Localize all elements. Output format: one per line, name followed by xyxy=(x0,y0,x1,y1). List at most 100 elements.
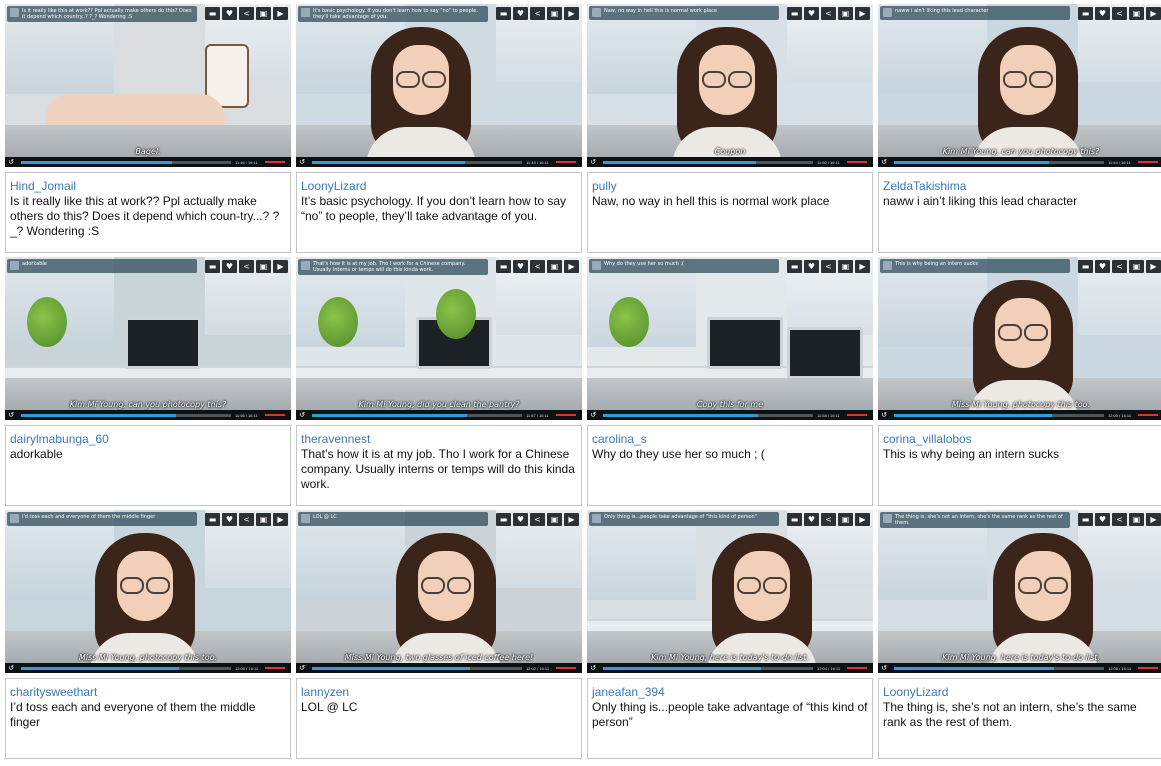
username-link[interactable]: carolina_s xyxy=(592,432,868,446)
volume-slider[interactable] xyxy=(847,161,867,163)
volume-slider[interactable] xyxy=(1138,161,1158,163)
video-frame[interactable]: adorkable ▬ ♥ < ▣ ▶ Kim Mi Young, can you phot… xyxy=(5,257,291,420)
replay-icon[interactable]: ↺ xyxy=(587,664,599,672)
comment-card[interactable]: The thing is, she's not an intern, she's… xyxy=(878,510,1161,759)
heart-icon[interactable]: ♥ xyxy=(222,513,237,526)
speech-bubble-icon[interactable]: ▬ xyxy=(205,260,220,273)
speech-bubble-icon[interactable]: ▬ xyxy=(205,7,220,20)
heart-icon[interactable]: ♥ xyxy=(513,513,528,526)
share-icon[interactable]: < xyxy=(821,260,836,273)
seek-bar[interactable] xyxy=(894,160,1104,164)
seek-bar[interactable] xyxy=(21,413,231,417)
replay-icon[interactable]: ↺ xyxy=(5,158,17,166)
username-link[interactable]: ZeldaTakishima xyxy=(883,179,1159,193)
speech-bubble-icon[interactable]: ▬ xyxy=(787,513,802,526)
translate-icon[interactable]: ▣ xyxy=(547,513,562,526)
share-icon[interactable]: < xyxy=(821,7,836,20)
comment-card[interactable]: Is it really like this at work?? Ppl act… xyxy=(5,4,291,253)
heart-icon[interactable]: ♥ xyxy=(804,260,819,273)
video-frame[interactable]: Why do they use her so much ;(▬ ♥ < ▣ ▶ Copy … xyxy=(587,257,873,420)
next-icon[interactable]: ▶ xyxy=(855,513,870,526)
video-frame[interactable]: Naw, no way in hell this is normal work … xyxy=(587,4,873,167)
volume-slider[interactable] xyxy=(1138,414,1158,416)
share-icon[interactable]: < xyxy=(239,260,254,273)
translate-icon[interactable]: ▣ xyxy=(1129,260,1144,273)
username-link[interactable]: lannyzen xyxy=(301,685,577,699)
heart-icon[interactable]: ♥ xyxy=(513,7,528,20)
replay-icon[interactable]: ↺ xyxy=(5,664,17,672)
video-frame[interactable]: naww i ain't liking this lead character ▬… xyxy=(878,4,1161,167)
speech-bubble-icon[interactable]: ▬ xyxy=(496,260,511,273)
translate-icon[interactable]: ▣ xyxy=(838,260,853,273)
heart-icon[interactable]: ♥ xyxy=(1095,7,1110,20)
share-icon[interactable]: < xyxy=(239,513,254,526)
speech-bubble-icon[interactable]: ▬ xyxy=(496,7,511,20)
comment-card[interactable]: naww i ain't liking this lead character ▬… xyxy=(878,4,1161,253)
heart-icon[interactable]: ♥ xyxy=(1095,513,1110,526)
username-link[interactable]: LoonyLizard xyxy=(301,179,577,193)
volume-slider[interactable] xyxy=(265,414,285,416)
next-icon[interactable]: ▶ xyxy=(273,260,288,273)
next-icon[interactable]: ▶ xyxy=(1146,260,1161,273)
volume-slider[interactable] xyxy=(265,161,285,163)
speech-bubble-icon[interactable]: ▬ xyxy=(205,513,220,526)
next-icon[interactable]: ▶ xyxy=(564,513,579,526)
video-frame[interactable]: That's how it is at my job. Tho I work f… xyxy=(296,257,582,420)
video-frame[interactable]: This is why being an intern sucks ▬ ♥ < ▣ ▶ Mi… xyxy=(878,257,1161,420)
username-link[interactable]: pully xyxy=(592,179,868,193)
username-link[interactable]: charitysweethart xyxy=(10,685,286,699)
next-icon[interactable]: ▶ xyxy=(564,260,579,273)
replay-icon[interactable]: ↺ xyxy=(878,411,890,419)
translate-icon[interactable]: ▣ xyxy=(256,513,271,526)
translate-icon[interactable]: ▣ xyxy=(547,260,562,273)
comment-card[interactable]: This is why being an intern sucks ▬ ♥ < ▣ ▶ Mi… xyxy=(878,257,1161,506)
speech-bubble-icon[interactable]: ▬ xyxy=(1078,7,1093,20)
volume-slider[interactable] xyxy=(556,414,576,416)
speech-bubble-icon[interactable]: ▬ xyxy=(787,7,802,20)
seek-bar[interactable] xyxy=(312,666,522,670)
share-icon[interactable]: < xyxy=(1112,7,1127,20)
translate-icon[interactable]: ▣ xyxy=(256,7,271,20)
speech-bubble-icon[interactable]: ▬ xyxy=(787,260,802,273)
translate-icon[interactable]: ▣ xyxy=(256,260,271,273)
comment-card[interactable]: That's how it is at my job. Tho I work f… xyxy=(296,257,582,506)
video-frame[interactable]: Only thing is...people take advantage of… xyxy=(587,510,873,673)
username-link[interactable]: janeafan_394 xyxy=(592,685,868,699)
next-icon[interactable]: ▶ xyxy=(1146,7,1161,20)
volume-slider[interactable] xyxy=(847,667,867,669)
seek-bar[interactable] xyxy=(312,160,522,164)
heart-icon[interactable]: ♥ xyxy=(222,260,237,273)
seek-bar[interactable] xyxy=(21,160,231,164)
username-link[interactable]: LoonyLizard xyxy=(883,685,1159,699)
replay-icon[interactable]: ↺ xyxy=(296,411,308,419)
speech-bubble-icon[interactable]: ▬ xyxy=(496,513,511,526)
heart-icon[interactable]: ♥ xyxy=(804,7,819,20)
next-icon[interactable]: ▶ xyxy=(855,260,870,273)
share-icon[interactable]: < xyxy=(1112,260,1127,273)
seek-bar[interactable] xyxy=(312,413,522,417)
username-link[interactable]: dairylmabunga_60 xyxy=(10,432,286,446)
comment-card[interactable]: Only thing is...people take advantage of… xyxy=(587,510,873,759)
next-icon[interactable]: ▶ xyxy=(564,7,579,20)
replay-icon[interactable]: ↺ xyxy=(878,664,890,672)
seek-bar[interactable] xyxy=(21,666,231,670)
replay-icon[interactable]: ↺ xyxy=(587,158,599,166)
heart-icon[interactable]: ♥ xyxy=(222,7,237,20)
next-icon[interactable]: ▶ xyxy=(855,7,870,20)
video-frame[interactable]: LOL @ LC ▬ ♥ < ▣ ▶ Miss Mi Young, two glasses … xyxy=(296,510,582,673)
translate-icon[interactable]: ▣ xyxy=(547,7,562,20)
share-icon[interactable]: < xyxy=(239,7,254,20)
share-icon[interactable]: < xyxy=(530,513,545,526)
comment-card[interactable]: I'd toss each and everyone of them the m… xyxy=(5,510,291,759)
replay-icon[interactable]: ↺ xyxy=(296,158,308,166)
comment-card[interactable]: Naw, no way in hell this is normal work … xyxy=(587,4,873,253)
seek-bar[interactable] xyxy=(603,666,813,670)
next-icon[interactable]: ▶ xyxy=(273,7,288,20)
video-frame[interactable]: It's basic psychology. If you don't lear… xyxy=(296,4,582,167)
share-icon[interactable]: < xyxy=(1112,513,1127,526)
translate-icon[interactable]: ▣ xyxy=(838,7,853,20)
video-frame[interactable]: Is it really like this at work?? Ppl act… xyxy=(5,4,291,167)
translate-icon[interactable]: ▣ xyxy=(1129,7,1144,20)
replay-icon[interactable]: ↺ xyxy=(878,158,890,166)
volume-slider[interactable] xyxy=(1138,667,1158,669)
